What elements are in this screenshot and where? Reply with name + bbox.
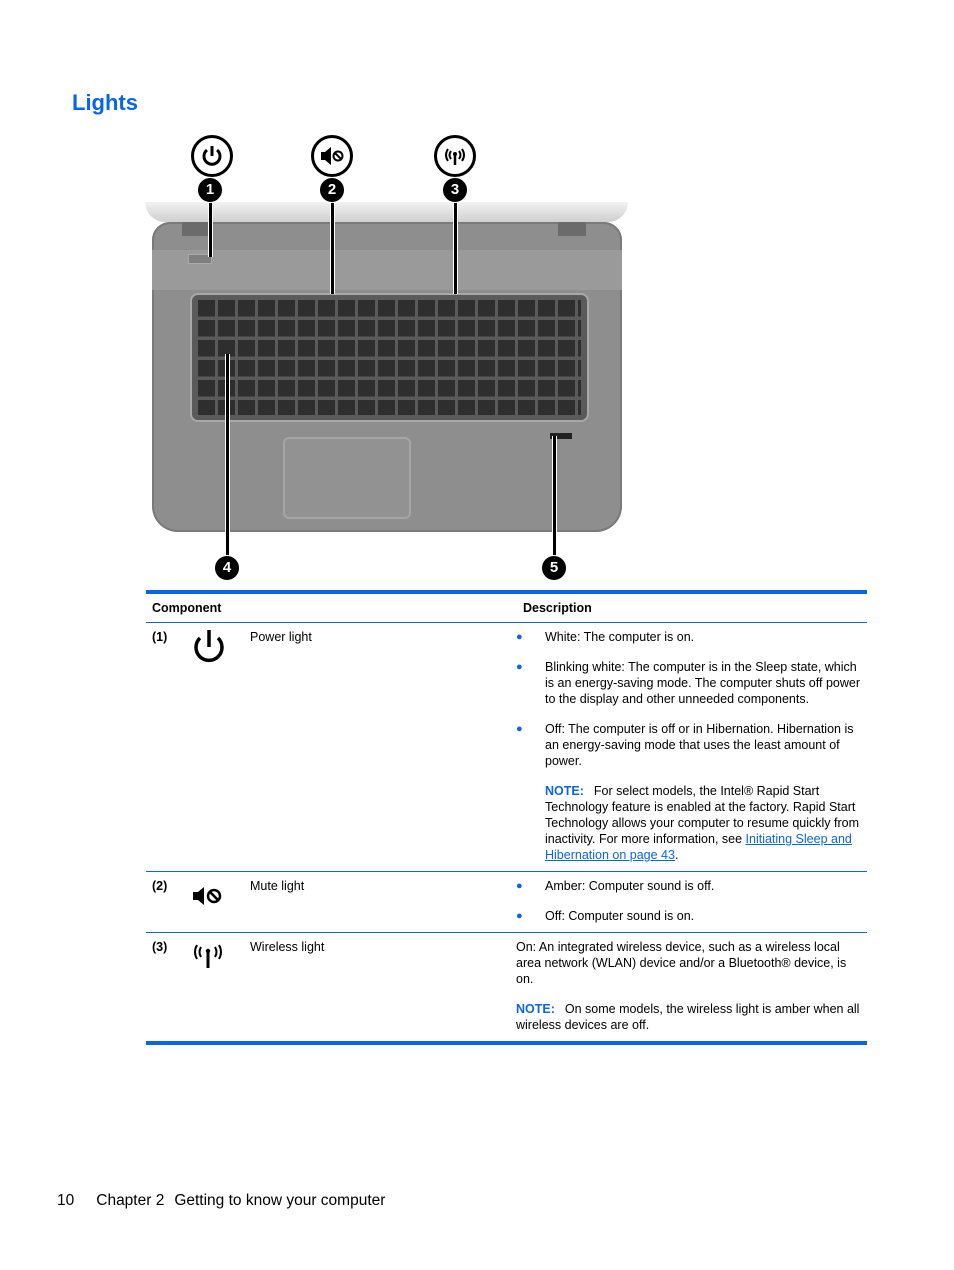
laptop-figure: 1 2 3 4 5	[140, 130, 640, 585]
callout-line-5	[552, 436, 557, 558]
description-text: On: An integrated wireless device, such …	[516, 940, 847, 986]
note-label: NOTE:	[516, 1002, 555, 1016]
callout-line-4	[225, 354, 230, 558]
callout-line-1	[208, 202, 213, 257]
callout-number-5: 5	[541, 555, 567, 581]
chapter-label: Chapter 2	[96, 1192, 165, 1209]
list-item: ● Blinking white: The computer is in the …	[516, 660, 860, 706]
list-item: ● Amber: Computer sound is off.	[516, 879, 715, 893]
component-name: Power light	[250, 630, 312, 644]
component-name: Wireless light	[250, 940, 325, 954]
bullet-icon: ●	[516, 910, 523, 922]
row-number: (3)	[152, 940, 168, 954]
hinge-left	[182, 222, 210, 236]
bullet-icon: ●	[516, 661, 523, 673]
page-number: 10	[57, 1192, 75, 1209]
wireless-icon	[190, 944, 226, 974]
mute-icon	[311, 135, 353, 177]
list-item: ● Off: The computer is off or in Hibernat…	[516, 722, 854, 768]
speaker-strip	[152, 250, 622, 290]
bullet-icon: ●	[516, 880, 523, 892]
wireless-icon	[434, 135, 476, 177]
callout-number-4: 4	[214, 555, 240, 581]
callout-line-3	[453, 202, 458, 294]
header-component: Component	[152, 601, 222, 615]
mute-icon	[190, 887, 226, 911]
list-item: ● Off: Computer sound is on.	[516, 909, 695, 923]
bullet-icon: ●	[516, 723, 523, 735]
note-label: NOTE:	[545, 784, 584, 798]
laptop-lid	[145, 202, 628, 222]
note: NOTE: For select models, the Intel® Rapid…	[545, 784, 860, 862]
lights-table: Component Description (1) Power light ● W…	[146, 590, 867, 1045]
callout-number-1: 1	[197, 177, 223, 203]
component-name: Mute light	[250, 879, 305, 893]
power-icon	[190, 630, 228, 670]
row-number: (1)	[152, 630, 168, 644]
callout-line-2	[330, 202, 335, 294]
power-icon	[191, 135, 233, 177]
row-number: (2)	[152, 879, 168, 893]
note: NOTE: On some models, the wireless light …	[516, 1002, 860, 1032]
table-row: (1) Power light ● White: The computer is …	[146, 623, 867, 872]
page-footer: 10 Chapter 2 Getting to know your computer	[57, 1192, 385, 1210]
hinge-right	[558, 222, 586, 236]
touchpad	[283, 437, 411, 519]
table-header: Component Description	[146, 594, 867, 623]
chapter-title: Getting to know your computer	[174, 1192, 386, 1209]
list-item: ● White: The computer is on.	[516, 630, 695, 644]
callout-number-2: 2	[319, 177, 345, 203]
page-title: Lights	[72, 90, 138, 115]
table-row: (2) Mute light ● Amber: Computer sound is…	[146, 872, 867, 933]
callout-number-3: 3	[442, 177, 468, 203]
bullet-icon: ●	[516, 631, 523, 643]
table-row: (3) Wireless light On: An integrated wir…	[146, 933, 867, 1041]
keyboard	[190, 293, 589, 422]
header-description: Description	[523, 601, 592, 615]
